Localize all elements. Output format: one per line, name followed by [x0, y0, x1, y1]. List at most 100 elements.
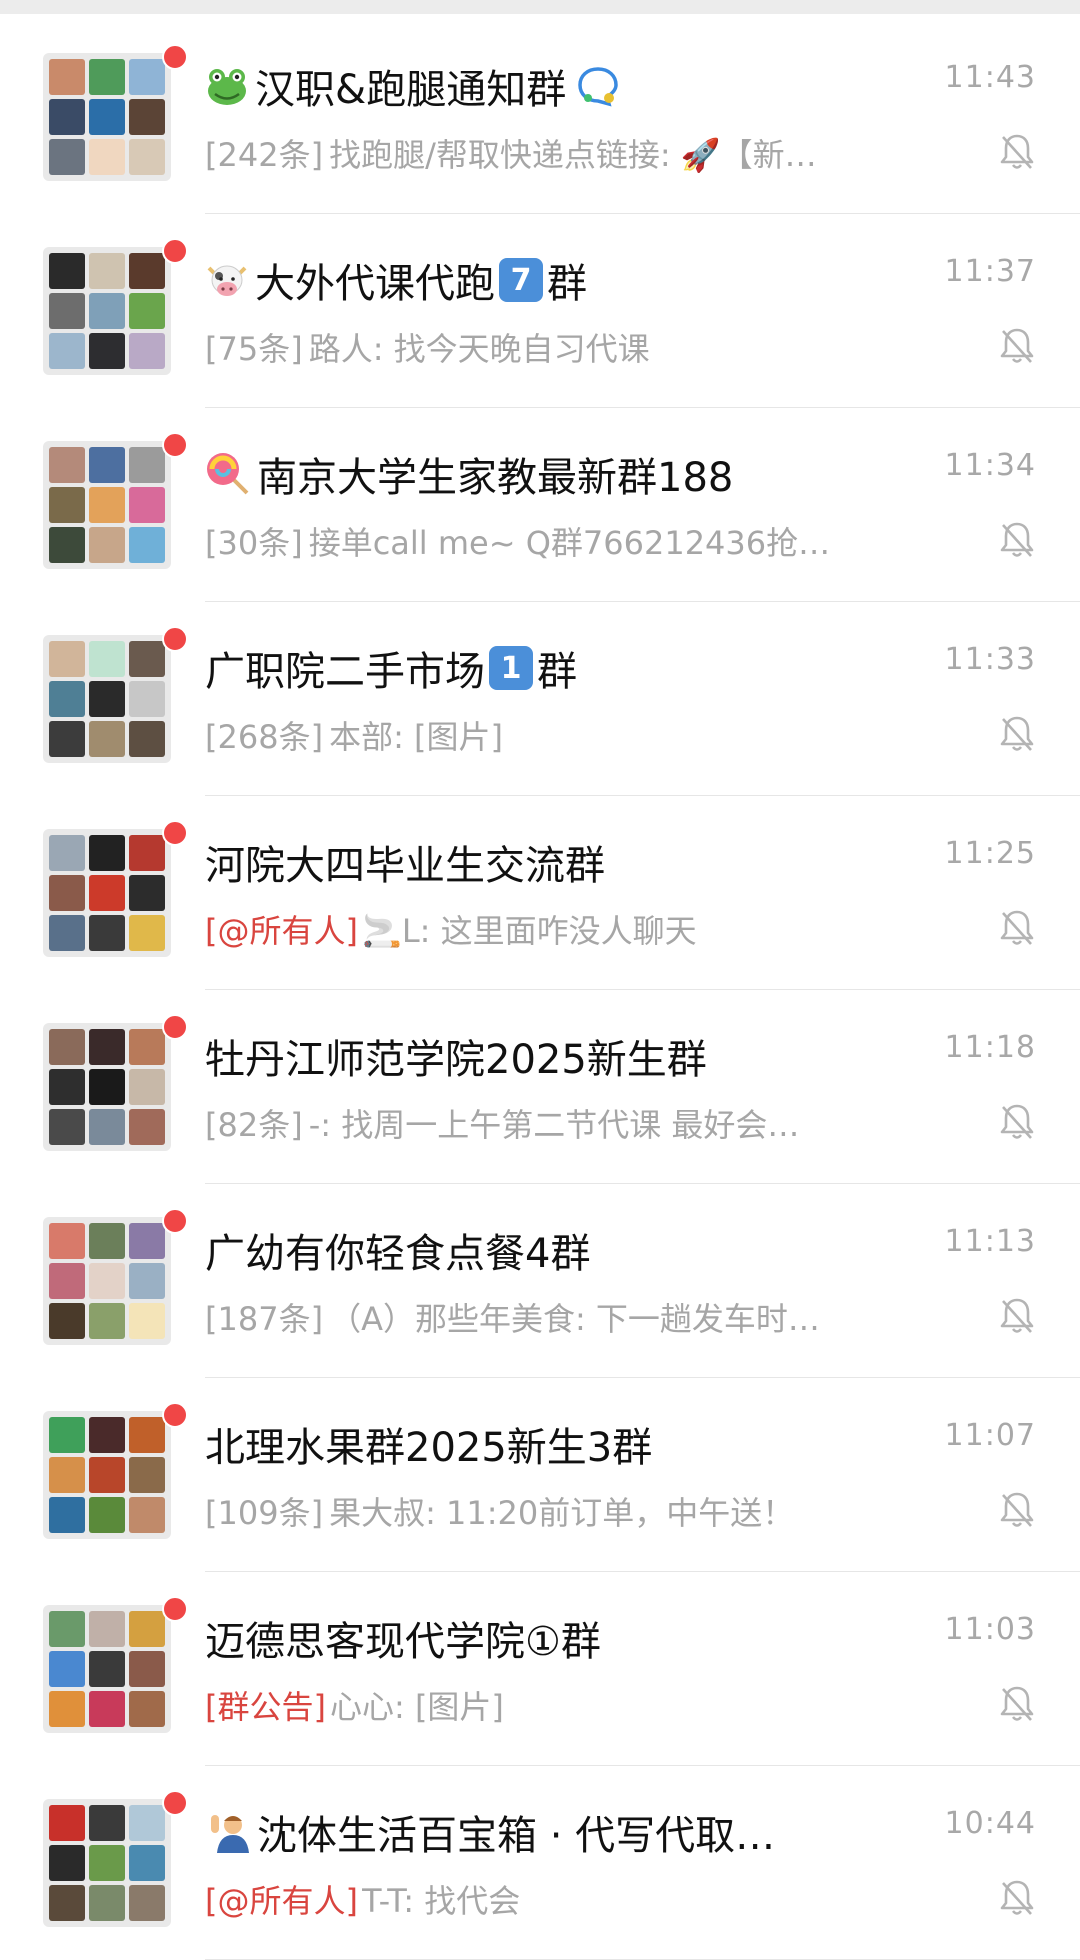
number-badge-icon: 7 — [499, 258, 543, 302]
avatar-tile — [129, 487, 165, 523]
chat-row[interactable]: 广幼有你轻食点餐4群 11:13 [187条] （A）那些年美食: 下一趟发车时… — [0, 1184, 1080, 1378]
cow-emoji-icon — [205, 258, 249, 302]
avatar-tile — [129, 681, 165, 717]
chat-time: 11:13 — [944, 1224, 1036, 1259]
chat-preview-line: [75条] 路人: 找今天晚自习代课 — [205, 324, 925, 370]
unread-dot — [162, 44, 188, 70]
chat-time: 11:37 — [944, 254, 1036, 289]
avatar-tile — [49, 447, 85, 483]
avatar-tile — [49, 641, 85, 677]
avatar-tile — [49, 1223, 85, 1259]
avatar-tile — [89, 1263, 125, 1299]
chat-row[interactable]: 沈体生活百宝箱 · 代写代取… 10:44 [@所有人] T-T: 找代会 — [0, 1766, 1080, 1960]
avatar-tile — [129, 1029, 165, 1065]
avatar-tile — [129, 875, 165, 911]
unread-dot — [162, 1402, 188, 1428]
avatar-tile — [129, 1457, 165, 1493]
status-bar-edge — [0, 0, 1080, 14]
avatar-tile — [89, 59, 125, 95]
avatar-tile — [89, 1651, 125, 1687]
chat-title-line: 沈体生活百宝箱 · 代写代取… — [205, 1804, 945, 1860]
avatar-tile — [89, 293, 125, 329]
avatar-tile — [49, 681, 85, 717]
avatar-tile — [129, 1805, 165, 1841]
avatar-tile — [49, 875, 85, 911]
avatar-tile — [129, 99, 165, 135]
chat-title: 广职院二手市场 — [205, 649, 485, 695]
chat-row[interactable]: 牡丹江师范学院2025新生群 11:18 [82条] -: 找周一上午第二节代课 最好… — [0, 990, 1080, 1184]
chat-preview-line: [187条] （A）那些年美食: 下一趟发车时… — [205, 1294, 925, 1340]
avatar-tile — [89, 1457, 125, 1493]
group-avatar[interactable] — [43, 441, 171, 569]
last-message: 本部: [图片] — [329, 718, 503, 756]
chat-row[interactable]: 大外代课代跑 7 群 11:37 [75条] 路人: 找今天晚自习代课 — [0, 214, 1080, 408]
mention-tag: [群公告] — [205, 1688, 326, 1726]
unread-count: [187条] — [205, 1300, 324, 1338]
group-avatar[interactable] — [43, 1411, 171, 1539]
avatar-tile — [129, 527, 165, 563]
last-message: -: 找周一上午第二节代课 最好会… — [308, 1106, 800, 1144]
group-avatar[interactable] — [43, 247, 171, 375]
group-avatar[interactable] — [43, 1217, 171, 1345]
chat-row[interactable]: 广职院二手市场 1 群 11:33 [268条] 本部: [图片] — [0, 602, 1080, 796]
avatar-tile — [49, 1029, 85, 1065]
chat-preview-line: [@所有人] 🚬L: 这里面咋没人聊天 — [205, 906, 925, 952]
avatar-tile — [49, 721, 85, 757]
chat-title: 南京大学生家教最新群188 — [257, 455, 734, 501]
lollipop-emoji-icon — [205, 451, 251, 497]
chat-row[interactable]: 北理水果群2025新生3群 11:07 [109条] 果大叔: 11:20前订单，中午… — [0, 1378, 1080, 1572]
group-avatar[interactable] — [43, 635, 171, 763]
chat-time: 11:43 — [944, 60, 1036, 95]
unread-count: [242条] — [205, 136, 324, 174]
avatar-tile — [129, 1845, 165, 1881]
avatar-tile — [89, 99, 125, 135]
chat-row[interactable]: 迈德思客现代学院①群 11:03 [群公告] 心心: [图片] — [0, 1572, 1080, 1766]
avatar-tile — [129, 59, 165, 95]
group-avatar[interactable] — [43, 1799, 171, 1927]
avatar-tile — [49, 527, 85, 563]
unread-dot — [162, 432, 188, 458]
avatar-tile — [129, 835, 165, 871]
chat-title-suffix: 群 — [537, 649, 577, 695]
avatar-tile — [89, 1805, 125, 1841]
avatar-tile — [49, 1885, 85, 1921]
avatar-tile — [129, 1223, 165, 1259]
group-avatar[interactable] — [43, 53, 171, 181]
unread-dot — [162, 1208, 188, 1234]
chat-time: 11:03 — [944, 1612, 1036, 1647]
chat-row[interactable]: 汉职&跑腿通知群 11:43 [242条] 找跑腿/帮取快递点链接: 🚀【新… — [0, 20, 1080, 214]
last-message: 找跑腿/帮取快递点链接: 🚀【新… — [329, 136, 817, 174]
avatar-tile — [129, 1691, 165, 1727]
chat-title: 迈德思客现代学院①群 — [205, 1619, 601, 1665]
bell-muted-icon — [998, 1490, 1036, 1530]
bell-muted-icon — [998, 1878, 1036, 1918]
avatar-tile — [49, 915, 85, 951]
avatar-tile — [49, 253, 85, 289]
chat-preview-line: [268条] 本部: [图片] — [205, 712, 925, 758]
avatar-tile — [129, 253, 165, 289]
avatar-tile — [129, 915, 165, 951]
group-avatar[interactable] — [43, 829, 171, 957]
avatar-tile — [129, 641, 165, 677]
chat-title: 河院大四毕业生交流群 — [205, 843, 605, 889]
bell-muted-icon — [998, 1296, 1036, 1336]
group-avatar[interactable] — [43, 1605, 171, 1733]
chat-row[interactable]: 南京大学生家教最新群188 11:34 [30条] 接单call me~ Q群7662… — [0, 408, 1080, 602]
avatar-tile — [129, 1611, 165, 1647]
chat-time: 10:44 — [944, 1806, 1036, 1841]
chat-title-line: 广职院二手市场 1 群 — [205, 640, 945, 696]
chat-row[interactable]: 河院大四毕业生交流群 11:25 [@所有人] 🚬L: 这里面咋没人聊天 — [0, 796, 1080, 990]
avatar-tile — [89, 915, 125, 951]
last-message: 🚬L: 这里面咋没人聊天 — [361, 912, 697, 950]
avatar-tile — [89, 721, 125, 757]
chat-title: 牡丹江师范学院2025新生群 — [205, 1037, 707, 1083]
bell-muted-icon — [998, 326, 1036, 366]
chat-title: 广幼有你轻食点餐4群 — [205, 1231, 591, 1277]
unread-dot — [162, 820, 188, 846]
avatar-tile — [49, 1303, 85, 1339]
chat-preview-line: [242条] 找跑腿/帮取快递点链接: 🚀【新… — [205, 130, 925, 176]
mention-tag: [@所有人] — [205, 912, 358, 950]
chat-list: 汉职&跑腿通知群 11:43 [242条] 找跑腿/帮取快递点链接: 🚀【新… 大外代课… — [0, 20, 1080, 1960]
group-avatar[interactable] — [43, 1023, 171, 1151]
chat-time: 11:33 — [944, 642, 1036, 677]
